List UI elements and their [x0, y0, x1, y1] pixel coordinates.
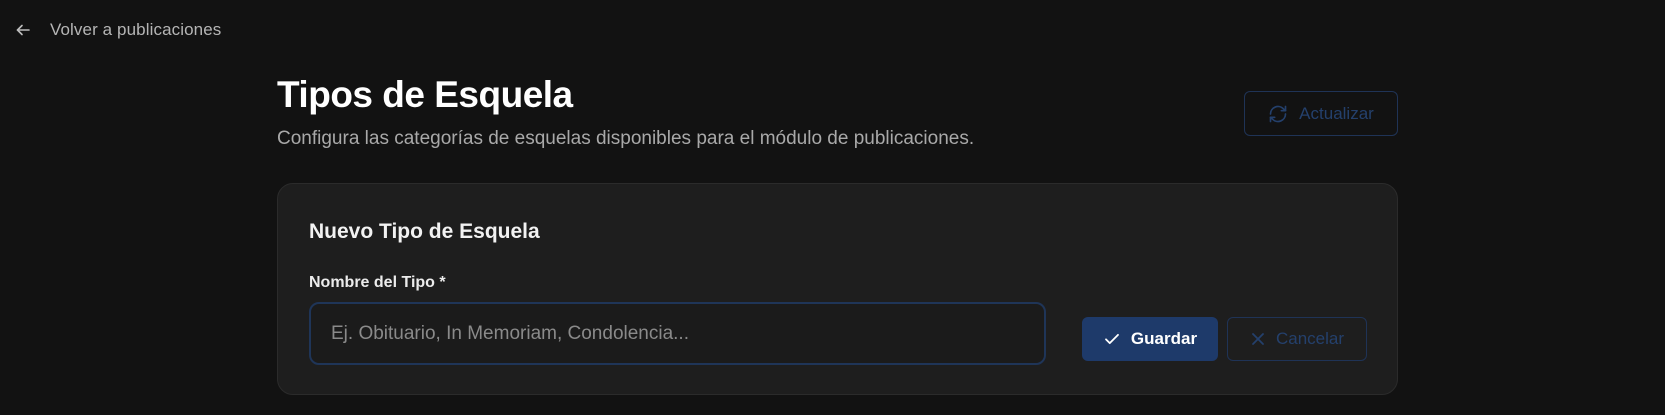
- name-field-label: Nombre del Tipo *: [309, 274, 446, 291]
- page-subtitle: Configura las categorías de esquelas dis…: [277, 128, 975, 149]
- new-type-card: Nuevo Tipo de Esquela Nombre del Tipo * …: [277, 183, 1398, 395]
- refresh-icon: [1268, 104, 1288, 124]
- refresh-button[interactable]: Actualizar: [1244, 91, 1398, 136]
- close-icon: [1250, 331, 1266, 347]
- refresh-button-label: Actualizar: [1299, 103, 1374, 123]
- cancel-button[interactable]: Cancelar: [1227, 317, 1367, 361]
- page-title: Tipos de Esquela: [277, 74, 573, 115]
- back-link-label: Volver a publicaciones: [50, 20, 222, 39]
- save-button[interactable]: Guardar: [1082, 317, 1218, 361]
- check-icon: [1103, 330, 1121, 348]
- name-input[interactable]: [309, 302, 1046, 365]
- card-title: Nuevo Tipo de Esquela: [309, 220, 540, 243]
- cancel-button-label: Cancelar: [1275, 329, 1345, 348]
- arrow-left-icon: [14, 21, 32, 39]
- back-link[interactable]: Volver a publicaciones: [14, 20, 221, 40]
- save-button-label: Guardar: [1130, 329, 1198, 348]
